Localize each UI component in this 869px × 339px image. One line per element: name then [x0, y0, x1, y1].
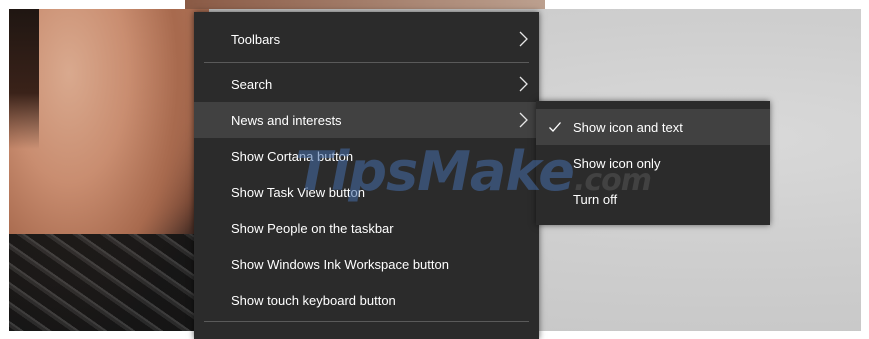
wallpaper-hair	[9, 9, 39, 149]
menu-separator	[204, 62, 529, 63]
wallpaper-clothing	[9, 234, 209, 331]
news-and-interests-submenu: Show icon and text Show icon only Turn o…	[536, 101, 770, 225]
check-icon	[549, 122, 561, 132]
submenu-item-show-icon-only[interactable]: Show icon only	[536, 145, 770, 181]
menu-item-toolbars[interactable]: Toolbars	[194, 21, 539, 57]
submenu-item-turn-off[interactable]: Turn off	[536, 181, 770, 217]
menu-item-show-task-view-button[interactable]: Show Task View button	[194, 174, 539, 210]
menu-item-show-touch-keyboard[interactable]: Show touch keyboard button	[194, 282, 539, 318]
menu-separator	[204, 321, 529, 322]
submenu-item-label: Show icon and text	[573, 119, 683, 135]
wallpaper-photo	[9, 9, 209, 331]
menu-item-label: News and interests	[231, 112, 342, 128]
menu-item-label: Show Cortana button	[231, 148, 354, 164]
menu-item-label: Show Windows Ink Workspace button	[231, 256, 449, 272]
menu-item-label: Show Task View button	[231, 184, 365, 200]
submenu-item-label: Show icon only	[573, 155, 661, 171]
menu-item-show-cortana-button[interactable]: Show Cortana button	[194, 138, 539, 174]
menu-item-label: Toolbars	[231, 31, 281, 47]
menu-item-search[interactable]: Search	[194, 66, 539, 102]
menu-item-show-people[interactable]: Show People on the taskbar	[194, 210, 539, 246]
wallpaper-top-strip	[185, 0, 545, 9]
chevron-right-icon	[519, 31, 528, 47]
menu-item-label: Search	[231, 76, 273, 92]
submenu-item-label: Turn off	[573, 191, 618, 207]
submenu-item-show-icon-and-text[interactable]: Show icon and text	[536, 109, 770, 145]
chevron-right-icon	[519, 76, 528, 92]
menu-item-show-windows-ink-workspace[interactable]: Show Windows Ink Workspace button	[194, 246, 539, 282]
chevron-right-icon	[519, 112, 528, 128]
taskbar-context-menu: Toolbars Search News and interests Show …	[194, 12, 539, 339]
menu-item-label: Show People on the taskbar	[231, 220, 394, 236]
menu-item-news-and-interests[interactable]: News and interests	[194, 102, 539, 138]
menu-item-label: Show touch keyboard button	[231, 292, 396, 308]
screenshot: Toolbars Search News and interests Show …	[0, 0, 869, 339]
